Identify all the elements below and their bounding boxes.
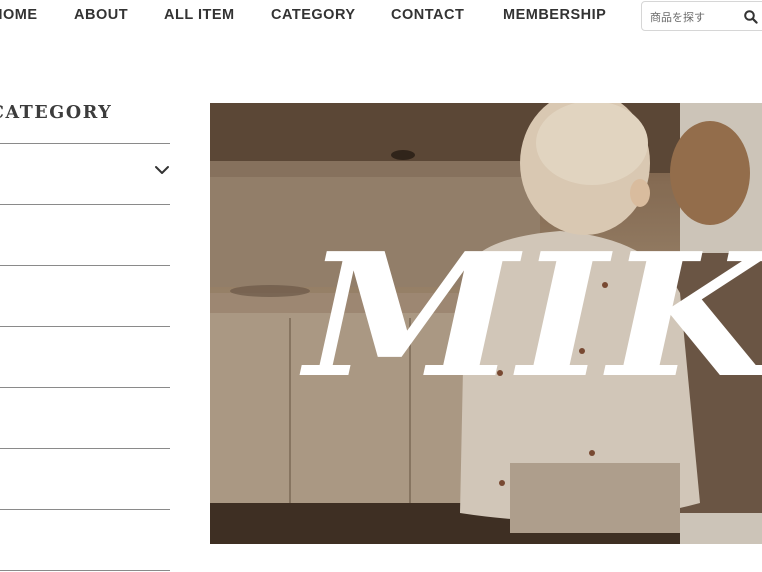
category-list — [0, 143, 170, 571]
category-row-7[interactable] — [0, 509, 170, 571]
nav-contact[interactable]: CONTACT — [391, 7, 464, 23]
search-box — [641, 1, 762, 31]
category-row-6[interactable] — [0, 448, 170, 509]
nav-category[interactable]: CATEGORY — [271, 7, 356, 23]
top-navigation: HOME ABOUT ALL ITEM CATEGORY CONTACT MEM… — [0, 0, 762, 34]
nav-about[interactable]: ABOUT — [74, 7, 128, 23]
category-row-2[interactable] — [0, 204, 170, 265]
category-row-4[interactable] — [0, 326, 170, 387]
nav-membership[interactable]: MEMBERSHIP — [503, 7, 606, 23]
nav-all-item[interactable]: ALL ITEM — [164, 7, 235, 23]
category-heading: CATEGORY — [0, 103, 113, 123]
hero-banner[interactable]: MIK — [210, 103, 762, 544]
hero-brand-logo: MIK — [299, 216, 762, 416]
nav-home[interactable]: HOME — [0, 7, 38, 23]
search-input[interactable] — [650, 8, 730, 26]
category-row-5[interactable] — [0, 387, 170, 448]
brand-text: MIK — [299, 216, 762, 416]
chevron-down-icon[interactable] — [154, 165, 170, 175]
search-icon[interactable] — [743, 9, 759, 25]
category-row-3[interactable] — [0, 265, 170, 326]
category-row-1[interactable] — [0, 143, 170, 204]
